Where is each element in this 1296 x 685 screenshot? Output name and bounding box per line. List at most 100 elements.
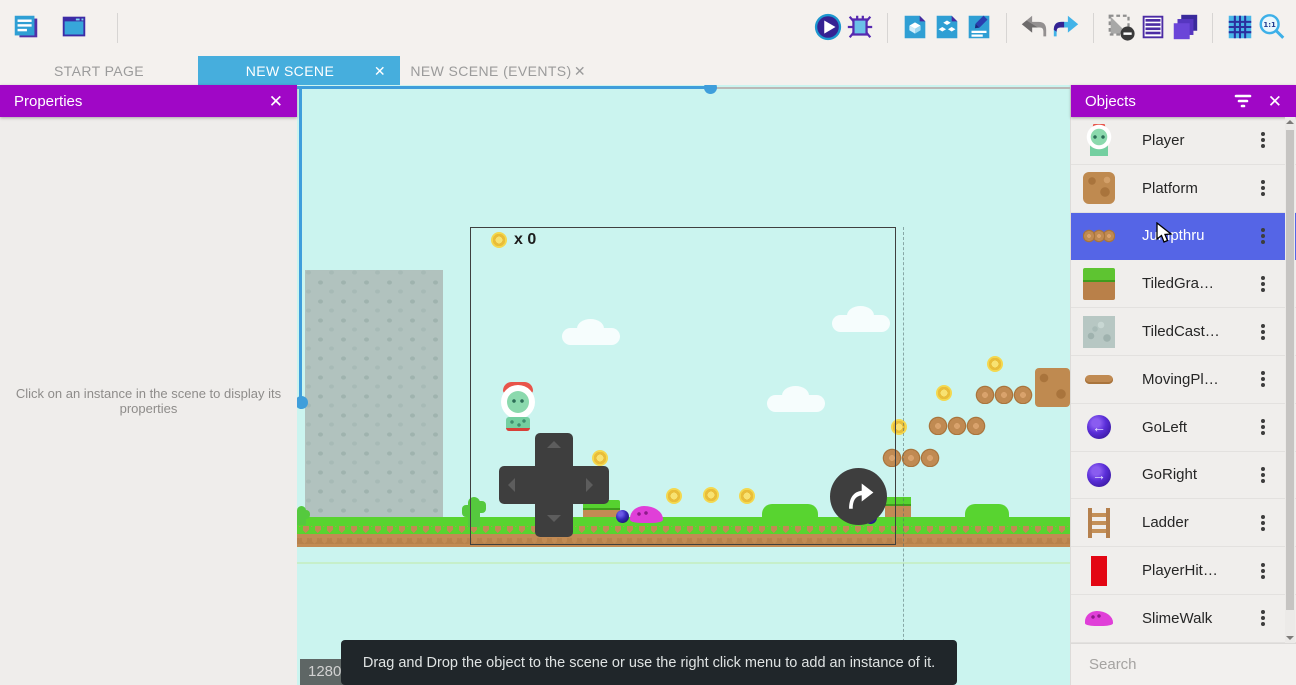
scroll-up-icon[interactable] <box>1286 120 1294 124</box>
instances-list-button[interactable] <box>1137 12 1169 44</box>
object-row-tiledcast[interactable]: TiledCast… <box>1071 308 1296 356</box>
undo-button[interactable] <box>1018 12 1050 44</box>
play-button[interactable] <box>812 12 844 44</box>
object-menu-button[interactable] <box>1250 125 1276 155</box>
object-row-playerhit[interactable]: PlayerHit… <box>1071 547 1296 595</box>
toolbar-divider <box>1006 13 1007 43</box>
properties-empty-message: Click on an instance in the scene to dis… <box>10 386 287 416</box>
objects-panel-title: Objects <box>1085 93 1136 110</box>
object-row-goright[interactable]: GoRight <box>1071 452 1296 500</box>
tab-new-scene-events[interactable]: NEW SCENE (EVENTS)✕ <box>400 56 600 85</box>
object-row-slimewalk[interactable]: SlimeWalk <box>1071 595 1296 643</box>
cactus-instance[interactable] <box>297 506 306 525</box>
toolbar-divider <box>117 13 118 43</box>
zoom-1-1-button[interactable]: 1:1 <box>1256 12 1288 44</box>
grass-mound-instance[interactable] <box>965 504 1009 517</box>
jumpthru-icon <box>1083 220 1115 252</box>
properties-file-icon <box>964 12 994 45</box>
coin-instance[interactable] <box>987 356 1003 372</box>
object-label: TiledGra… <box>1142 275 1250 292</box>
player-icon <box>1083 124 1115 156</box>
layers-button[interactable] <box>1169 12 1201 44</box>
playerhitbox-icon <box>1083 555 1115 587</box>
object-menu-button[interactable] <box>1250 556 1276 586</box>
properties-file-button[interactable] <box>963 12 995 44</box>
object-label: TiledCast… <box>1142 323 1250 340</box>
toolbar-left-group <box>10 12 129 44</box>
object-row-tiledgra[interactable]: TiledGra… <box>1071 260 1296 308</box>
layers-icon <box>1170 12 1200 45</box>
tab-label: NEW SCENE (EVENTS) <box>410 63 571 79</box>
object-menu-button[interactable] <box>1250 269 1276 299</box>
object-menu-button[interactable] <box>1250 173 1276 203</box>
search-input[interactable] <box>1089 656 1288 673</box>
object-menu-button[interactable] <box>1250 221 1276 251</box>
scrollbar-thumb[interactable] <box>1286 130 1294 610</box>
object-menu-button[interactable] <box>1250 460 1276 490</box>
gdevelop-editor-window: 1:1 START PAGENEW SCENE✕NEW SCENE (EVENT… <box>0 0 1296 685</box>
kebab-menu-icon <box>1261 467 1265 471</box>
object-label: SlimeWalk <box>1142 610 1250 627</box>
main-toolbar: 1:1 <box>0 0 1296 56</box>
window-preview-icon <box>59 12 89 45</box>
objects-file-button[interactable] <box>899 12 931 44</box>
tiledgrass-icon <box>1083 268 1115 300</box>
close-icon[interactable]: ✕ <box>269 93 283 110</box>
object-label: Ladder <box>1142 514 1250 531</box>
properties-panel: Properties ✕ Click on an instance in the… <box>0 85 297 685</box>
object-menu-button[interactable] <box>1250 603 1276 633</box>
tab-close-icon[interactable]: ✕ <box>374 64 386 78</box>
object-menu-button[interactable] <box>1250 412 1276 442</box>
redo-icon <box>1051 12 1081 45</box>
object-menu-button[interactable] <box>1250 364 1276 394</box>
scene-top-border <box>711 87 1070 89</box>
goright-icon <box>1087 463 1111 487</box>
platform-instance[interactable] <box>1035 368 1070 407</box>
toolbar-right-group: 1:1 <box>812 12 1288 44</box>
scene-left-edge-handle-line[interactable] <box>299 86 302 403</box>
grid-icon <box>1225 12 1255 45</box>
object-row-player[interactable]: Player <box>1071 117 1296 165</box>
coin-instance[interactable] <box>936 385 952 401</box>
scroll-down-icon[interactable] <box>1286 636 1294 640</box>
svg-text:1:1: 1:1 <box>1263 20 1276 29</box>
object-row-movingpl[interactable]: MovingPl… <box>1071 356 1296 404</box>
scene-top-edge-handle-line[interactable] <box>297 86 711 89</box>
objects-scrollbar[interactable] <box>1285 117 1295 643</box>
project-manager-button[interactable] <box>10 12 42 44</box>
tiled-castle-instance[interactable] <box>305 270 443 525</box>
grid-button[interactable] <box>1224 12 1256 44</box>
object-row-ladder[interactable]: Ladder <box>1071 499 1296 547</box>
kebab-menu-icon <box>1261 180 1265 184</box>
scene-canvas[interactable]: x 0 <box>297 85 1070 685</box>
tab-start-page[interactable]: START PAGE <box>0 56 198 85</box>
debug-button[interactable] <box>844 12 876 44</box>
kebab-menu-icon <box>1261 563 1265 567</box>
objects-search-bar <box>1071 643 1296 685</box>
tab-bar: START PAGENEW SCENE✕NEW SCENE (EVENTS)✕ <box>0 56 1296 85</box>
object-label: Player <box>1142 132 1250 149</box>
object-menu-button[interactable] <box>1250 508 1276 538</box>
object-row-platform[interactable]: Platform <box>1071 165 1296 213</box>
kebab-menu-icon <box>1261 132 1265 136</box>
instances-list-icon <box>1138 12 1168 45</box>
kebab-menu-icon <box>1261 610 1265 614</box>
jumpthru-instance[interactable] <box>928 416 986 435</box>
object-row-goleft[interactable]: GoLeft <box>1071 404 1296 452</box>
redo-button[interactable] <box>1050 12 1082 44</box>
object-row-jumpthru[interactable]: Jumpthru <box>1071 213 1296 261</box>
selection-mask-button[interactable] <box>1105 12 1137 44</box>
debug-icon <box>845 12 875 45</box>
jumpthru-instance[interactable] <box>975 385 1033 404</box>
object-groups-file-button[interactable] <box>931 12 963 44</box>
play-icon <box>813 12 843 45</box>
kebab-menu-icon <box>1261 515 1265 519</box>
tab-new-scene[interactable]: NEW SCENE✕ <box>198 56 400 85</box>
close-icon[interactable]: ✕ <box>1268 93 1282 110</box>
filter-icon[interactable] <box>1234 93 1252 109</box>
object-menu-button[interactable] <box>1250 317 1276 347</box>
properties-panel-title: Properties <box>14 93 82 110</box>
window-preview-button[interactable] <box>58 12 90 44</box>
tab-close-icon[interactable]: ✕ <box>574 64 586 78</box>
top-edge-handle[interactable] <box>704 85 717 94</box>
